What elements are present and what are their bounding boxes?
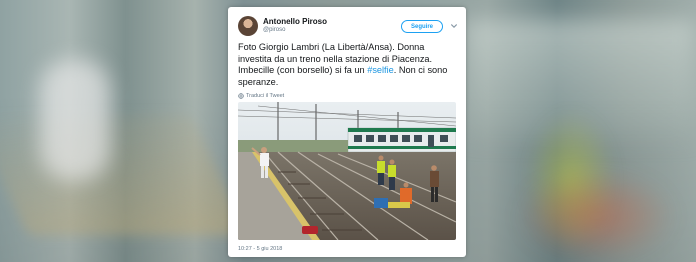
tweet-photo[interactable] (238, 102, 456, 240)
background-platform-blur (0, 115, 248, 235)
tweet-card: Antonello Piroso @piroso Seguire Foto Gi… (228, 7, 466, 257)
tweet-text: Foto Giorgio Lambri (La Libertà/Ansa). D… (238, 42, 460, 88)
tweet-header: Antonello Piroso @piroso Seguire (238, 16, 458, 40)
author-name[interactable]: Antonello Piroso (263, 17, 327, 26)
tweet-timestamp[interactable]: 10:27 - 5 giu 2018 (238, 246, 282, 252)
translate-label: Traduci il Tweet (246, 93, 285, 99)
globe-icon (238, 93, 244, 99)
follow-button[interactable]: Seguire (401, 20, 443, 33)
station-photo (238, 102, 456, 240)
author-handle[interactable]: @piroso (263, 27, 285, 33)
chevron-down-icon[interactable] (450, 22, 458, 30)
background-figure-blur (40, 60, 110, 180)
background-medic-blur (516, 170, 676, 262)
translate-link[interactable]: Traduci il Tweet (238, 93, 284, 99)
profile-avatar[interactable] (238, 16, 258, 36)
hashtag-link[interactable]: #selfie (367, 65, 394, 75)
